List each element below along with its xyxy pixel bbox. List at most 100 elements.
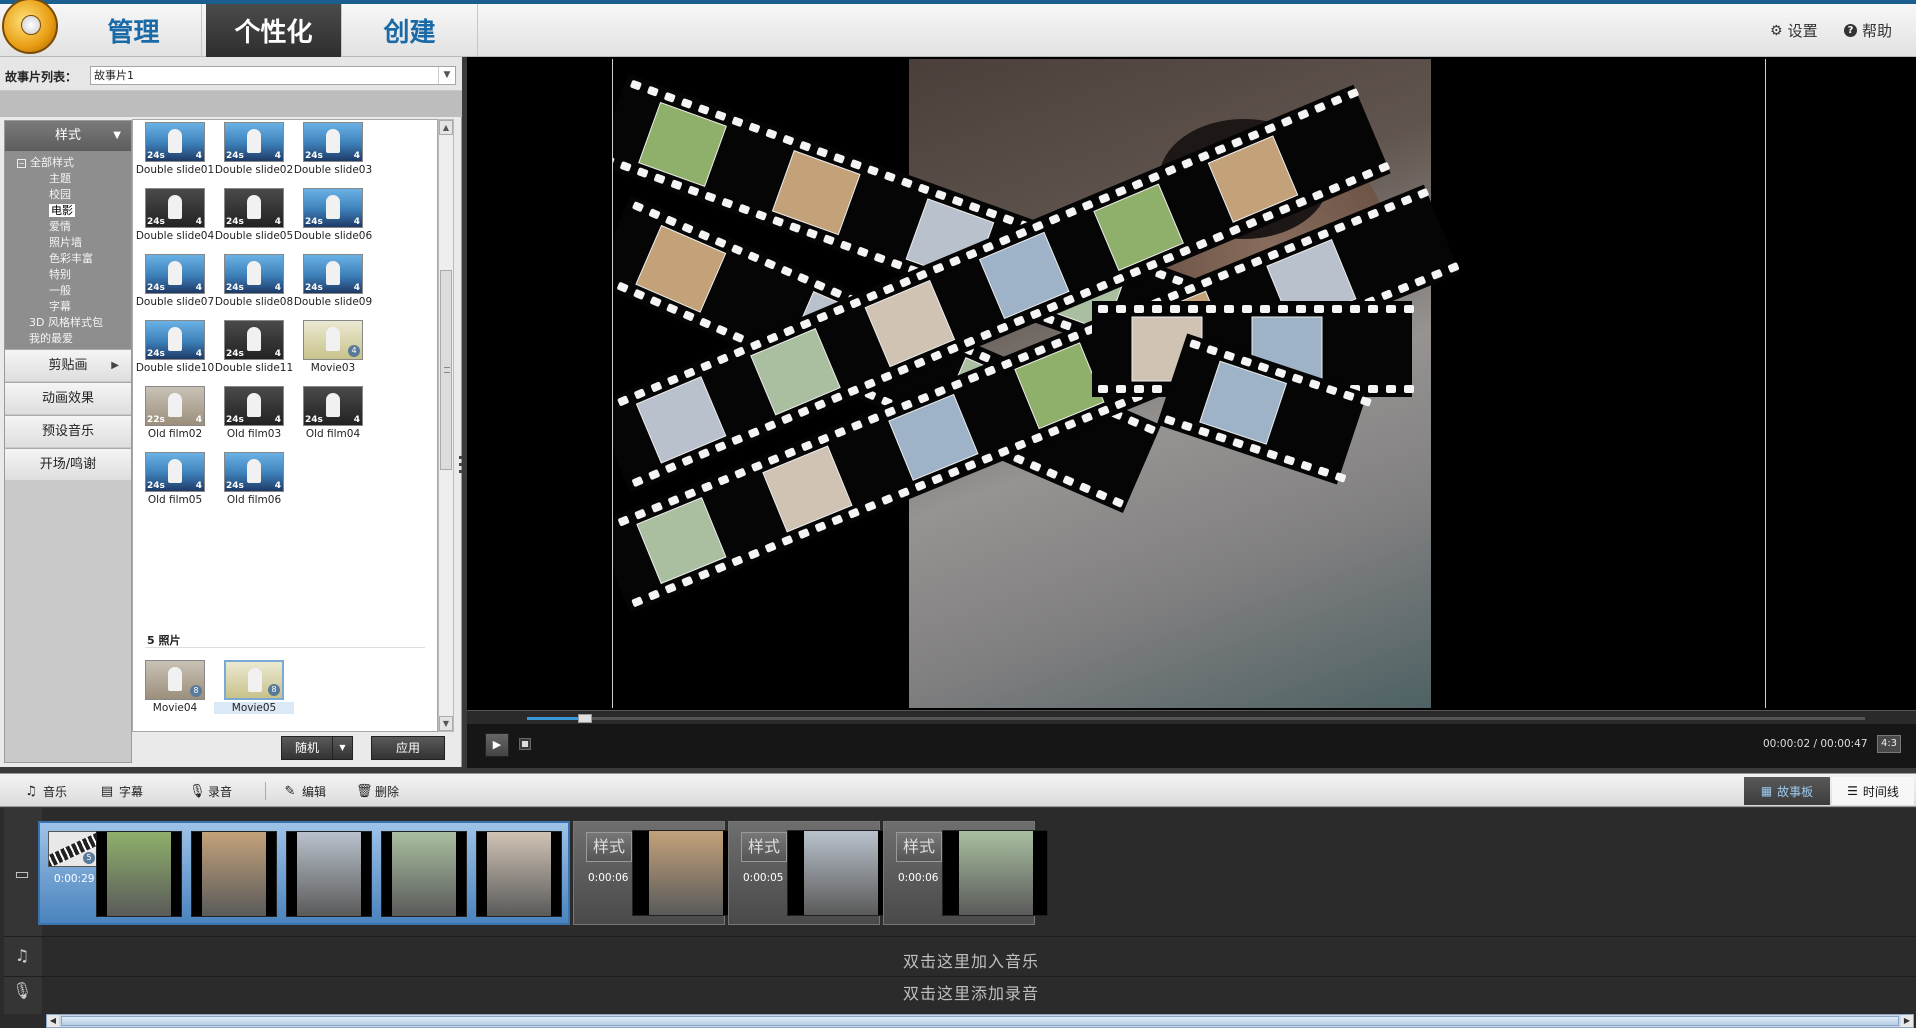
timeline-clip[interactable]: 样式 0:00:06	[883, 821, 1048, 925]
clip-photo[interactable]	[381, 831, 467, 917]
story-list-label: 故事片列表：	[5, 70, 78, 84]
storyboard-view-button[interactable]: ▦ 故事板	[1744, 777, 1830, 805]
progress-fill	[527, 717, 585, 720]
voice-track-icon: 🎙	[12, 981, 33, 1000]
timeline-view-button[interactable]: ☰ 时间线	[1832, 777, 1914, 805]
template-duration: 24s	[305, 217, 323, 227]
tree-item[interactable]: 我的最爱	[5, 331, 131, 347]
add-music-hint[interactable]: 双击这里加入音乐	[903, 948, 1039, 972]
clip-photo[interactable]	[191, 831, 277, 917]
template-duration: 24s	[226, 151, 244, 161]
template-grid-scrollbar[interactable]: ▲ ▼	[438, 119, 454, 732]
subtitle-button[interactable]: ▤ 字幕	[100, 783, 143, 800]
tree-item[interactable]: 特别	[5, 267, 131, 283]
apply-button[interactable]: 应用	[371, 736, 445, 760]
template-duration: 24s	[305, 283, 323, 293]
template-photo-count: 4	[195, 217, 202, 227]
tab-create[interactable]: 创建	[342, 4, 478, 57]
progress-handle[interactable]	[577, 714, 592, 723]
collapse-icon[interactable]: −	[17, 159, 26, 168]
chevron-down-icon[interactable]: ▼	[438, 67, 455, 84]
clip-photo[interactable]	[787, 830, 893, 916]
tree-item[interactable]: 色彩丰富	[5, 251, 131, 267]
random-button[interactable]: 随机 ▼	[281, 736, 353, 760]
template-thumbnail: 8	[145, 660, 205, 700]
tree-item[interactable]: 主题	[5, 171, 131, 187]
scroll-down-icon[interactable]: ▼	[439, 716, 453, 731]
scrollbar-thumb[interactable]	[61, 1016, 1899, 1026]
chevron-down-icon[interactable]: ▼	[332, 737, 352, 759]
template-thumbnail: 24s 4	[145, 188, 205, 228]
music-button[interactable]: ♫ 音乐	[24, 783, 67, 800]
clip-style-button[interactable]: 样式	[896, 832, 942, 862]
progress-track[interactable]	[527, 714, 1865, 723]
style-category-header[interactable]: 样式 ▼	[5, 121, 131, 151]
five-photo-section-label: 5 照片	[147, 634, 181, 647]
list-icon: ☰	[1847, 784, 1858, 798]
tree-item-label: 全部样式	[30, 156, 74, 169]
play-icon[interactable]: ▶	[485, 733, 509, 757]
scroll-right-icon[interactable]: ▶	[1901, 1015, 1913, 1027]
timeline-clip[interactable]: 样式 0:00:06	[573, 821, 738, 925]
tree-item[interactable]: 照片墙	[5, 235, 131, 251]
settings-button[interactable]: ⚙ 设置	[1770, 20, 1818, 41]
app-logo-icon	[2, 0, 58, 54]
preset-music-button[interactable]: 预设音乐	[5, 415, 131, 447]
template-item[interactable]: 24s 4 Old film04	[293, 386, 373, 466]
timeline-clip[interactable]: 样式 0:00:05	[728, 821, 893, 925]
template-item[interactable]: 8 Movie04	[135, 660, 215, 731]
template-photo-count: 4	[195, 481, 202, 491]
aspect-ratio-button[interactable]: 4:3	[1877, 735, 1901, 753]
template-item[interactable]: 8 Movie05	[214, 660, 294, 731]
clip-photo[interactable]	[96, 831, 182, 917]
template-name: Old film03	[226, 428, 282, 440]
template-item[interactable]: 24s 4 Old film05	[135, 452, 215, 532]
clip-photo[interactable]	[632, 830, 738, 916]
playback-progress-bar[interactable]	[467, 710, 1916, 724]
subtitle-label: 字幕	[119, 785, 144, 799]
story-list-select[interactable]: 故事片1 ▼	[90, 66, 456, 85]
panel-splitter-handle[interactable]	[458, 452, 464, 482]
tree-item[interactable]: 校园	[5, 187, 131, 203]
video-track-icon: ▭	[14, 864, 30, 883]
clip-photo[interactable]	[942, 830, 1048, 916]
random-label: 随机	[294, 741, 319, 755]
tree-item[interactable]: 电影	[5, 203, 131, 219]
microphone-icon: 🎙	[189, 783, 206, 799]
clipart-button[interactable]: 剪贴画 ▶	[5, 349, 131, 381]
delete-button[interactable]: 🗑 删除	[356, 783, 399, 800]
tree-item-label: 校园	[49, 188, 71, 201]
add-voice-hint[interactable]: 双击这里添加录音	[903, 980, 1039, 1004]
bottom-toolbar: ♫ 音乐 ▤ 字幕 🎙 录音 ✎ 编辑 🗑 删除 ▦ 故事板 ☰ 时间线	[0, 773, 1916, 807]
tree-item[interactable]: 一般	[5, 283, 131, 299]
style-category-label: 样式	[54, 128, 81, 143]
scroll-up-icon[interactable]: ▲	[439, 120, 453, 135]
timeline-clip[interactable]: 5 0:00:29	[38, 821, 570, 925]
template-item[interactable]: 24s 4 Old film06	[214, 452, 294, 532]
timeline-scrollbar[interactable]: ◀ ▶	[46, 1014, 1914, 1028]
tree-item[interactable]: − 全部样式	[5, 155, 131, 171]
tree-item[interactable]: 字幕	[5, 299, 131, 315]
tree-item[interactable]: 爱情	[5, 219, 131, 235]
stop-icon[interactable]	[519, 738, 531, 750]
clip-photo[interactable]	[476, 831, 562, 917]
template-duration: 24s	[226, 481, 244, 491]
tab-personalize[interactable]: 个性化	[206, 4, 342, 57]
clip-photo[interactable]	[286, 831, 372, 917]
scrollbar-thumb[interactable]	[440, 270, 452, 470]
clip-style-button[interactable]: 样式	[586, 832, 632, 862]
clip-style-button[interactable]: 样式	[741, 832, 787, 862]
scroll-left-icon[interactable]: ◀	[47, 1015, 59, 1027]
template-thumbnail: 8	[224, 660, 284, 700]
template-name: Old film06	[226, 494, 282, 506]
help-button[interactable]: ? 帮助	[1844, 20, 1892, 41]
template-duration: 24s	[226, 415, 244, 425]
animation-effects-button[interactable]: 动画效果	[5, 382, 131, 414]
music-note-icon: ♫	[25, 783, 37, 799]
tab-manage[interactable]: 管理	[66, 4, 202, 57]
edit-button[interactable]: ✎ 编辑	[283, 783, 326, 800]
record-button[interactable]: 🎙 录音	[189, 783, 232, 800]
clip-style-thumbnail[interactable]: 5	[48, 831, 98, 867]
tree-item[interactable]: 3D 风格样式包	[5, 315, 131, 331]
opening-credits-button[interactable]: 开场/鸣谢	[5, 448, 131, 480]
